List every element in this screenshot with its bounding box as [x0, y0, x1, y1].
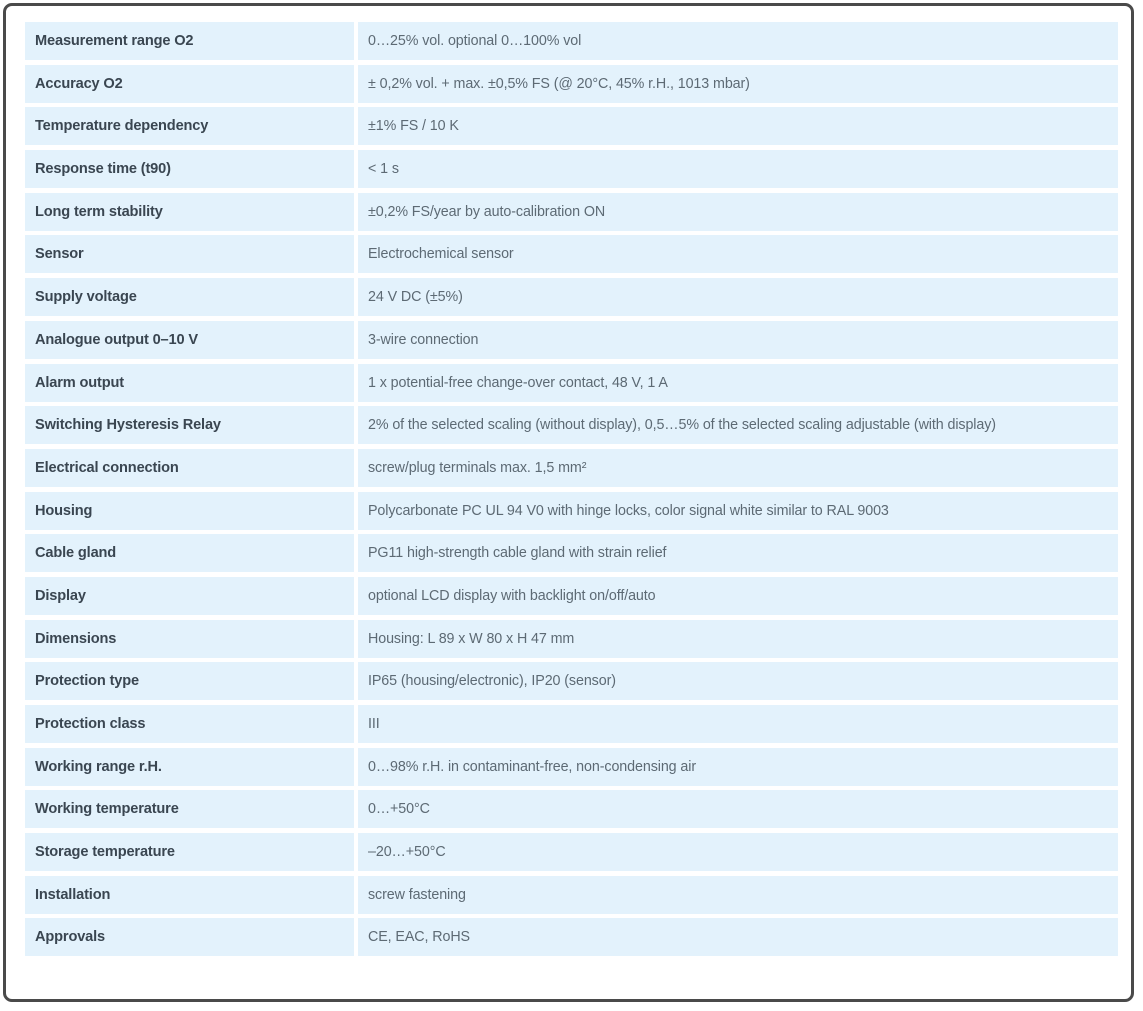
spec-value-cell: IP65 (housing/electronic), IP20 (sensor) — [358, 662, 1118, 701]
table-row: Installation screw fastening — [25, 875, 1118, 914]
spec-label-cell: Long term stability — [25, 192, 354, 231]
spec-label-cell: Display — [25, 576, 354, 615]
spec-value-cell: 0…+50°C — [358, 790, 1118, 829]
spec-label-cell: Protection class — [25, 705, 354, 743]
spec-label-cell: Cable gland — [25, 534, 354, 573]
spec-label-cell: Measurement range O2 — [25, 22, 354, 60]
spec-value-cell: 0…25% vol. optional 0…100% vol — [358, 22, 1118, 60]
spec-label-cell: Dimensions — [25, 619, 354, 658]
table-row: Sensor Electrochemical sensor — [25, 235, 1118, 274]
spec-label-cell: Electrical connection — [25, 448, 354, 487]
spec-value-cell: CE, EAC, RoHS — [358, 918, 1118, 957]
spec-label-cell: Working temperature — [25, 790, 354, 829]
table-row: Working range r.H. 0…98% r.H. in contamin… — [25, 747, 1118, 786]
spec-label-cell: Supply voltage — [25, 278, 354, 317]
spec-value-cell: III — [358, 705, 1118, 743]
spec-value-cell: 3-wire connection — [358, 320, 1118, 359]
spec-value-cell: ± 0,2% vol. + max. ±0,5% FS (@ 20°C, 45%… — [358, 64, 1118, 103]
table-row: Protection class III — [25, 705, 1118, 743]
spec-label-cell: Accuracy O2 — [25, 64, 354, 103]
spec-value-cell: ±0,2% FS/year by auto-calibration ON — [358, 192, 1118, 231]
table-row: Cable gland PG11 high-strength cable glan… — [25, 534, 1118, 573]
spec-value-cell: 0…98% r.H. in contaminant-free, non-cond… — [358, 747, 1118, 786]
specification-table: Measurement range O2 0…25% vol. optional … — [25, 22, 1118, 961]
spec-value-cell: 1 x potential-free change-over contact, … — [358, 363, 1118, 402]
spec-value-cell: Electrochemical sensor — [358, 235, 1118, 274]
spec-label-cell: Approvals — [25, 918, 354, 957]
table-row: Measurement range O2 0…25% vol. optional … — [25, 22, 1118, 60]
table-row: Supply voltage 24 V DC (±5%) — [25, 278, 1118, 317]
table-row: Temperature dependency ±1% FS / 10 K — [25, 107, 1118, 146]
spec-label-cell: Housing — [25, 491, 354, 530]
spec-label-cell: Switching Hysteresis Relay — [25, 406, 354, 445]
spec-value-cell: optional LCD display with backlight on/o… — [358, 576, 1118, 615]
table-row: Long term stability ±0,2% FS/year by auto… — [25, 192, 1118, 231]
spec-label-cell: Sensor — [25, 235, 354, 274]
specification-panel: Measurement range O2 0…25% vol. optional … — [3, 3, 1134, 1002]
table-row: Storage temperature –20…+50°C — [25, 833, 1118, 872]
spec-value-cell: screw fastening — [358, 875, 1118, 914]
table-row: Housing Polycarbonate PC UL 94 V0 with hi… — [25, 491, 1118, 530]
table-row: Dimensions Housing: L 89 x W 80 x H 47 mm — [25, 619, 1118, 658]
table-row: Approvals CE, EAC, RoHS — [25, 918, 1118, 957]
spec-value-cell: Polycarbonate PC UL 94 V0 with hinge loc… — [358, 491, 1118, 530]
table-row: Response time (t90) < 1 s — [25, 150, 1118, 189]
spec-label-cell: Response time (t90) — [25, 150, 354, 189]
table-row: Accuracy O2 ± 0,2% vol. + max. ±0,5% FS (… — [25, 64, 1118, 103]
spec-value-cell: 2% of the selected scaling (without disp… — [358, 406, 1118, 445]
spec-value-cell: screw/plug terminals max. 1,5 mm² — [358, 448, 1118, 487]
spec-value-cell: Housing: L 89 x W 80 x H 47 mm — [358, 619, 1118, 658]
spec-value-cell: < 1 s — [358, 150, 1118, 189]
spec-value-cell: ±1% FS / 10 K — [358, 107, 1118, 146]
spec-label-cell: Protection type — [25, 662, 354, 701]
spec-label-cell: Working range r.H. — [25, 747, 354, 786]
spec-label-cell: Temperature dependency — [25, 107, 354, 146]
spec-value-cell: 24 V DC (±5%) — [358, 278, 1118, 317]
table-row: Alarm output 1 x potential-free change-ov… — [25, 363, 1118, 402]
table-row: Analogue output 0–10 V 3-wire connection — [25, 320, 1118, 359]
table-row: Display optional LCD display with backlig… — [25, 576, 1118, 615]
table-row: Protection type IP65 (housing/electronic)… — [25, 662, 1118, 701]
spec-label-cell: Alarm output — [25, 363, 354, 402]
spec-label-cell: Installation — [25, 875, 354, 914]
spec-value-cell: –20…+50°C — [358, 833, 1118, 872]
spec-value-cell: PG11 high-strength cable gland with stra… — [358, 534, 1118, 573]
table-row: Electrical connection screw/plug terminal… — [25, 448, 1118, 487]
table-row: Working temperature 0…+50°C — [25, 790, 1118, 829]
spec-label-cell: Storage temperature — [25, 833, 354, 872]
spec-label-cell: Analogue output 0–10 V — [25, 320, 354, 359]
table-row: Switching Hysteresis Relay 2% of the sele… — [25, 406, 1118, 445]
